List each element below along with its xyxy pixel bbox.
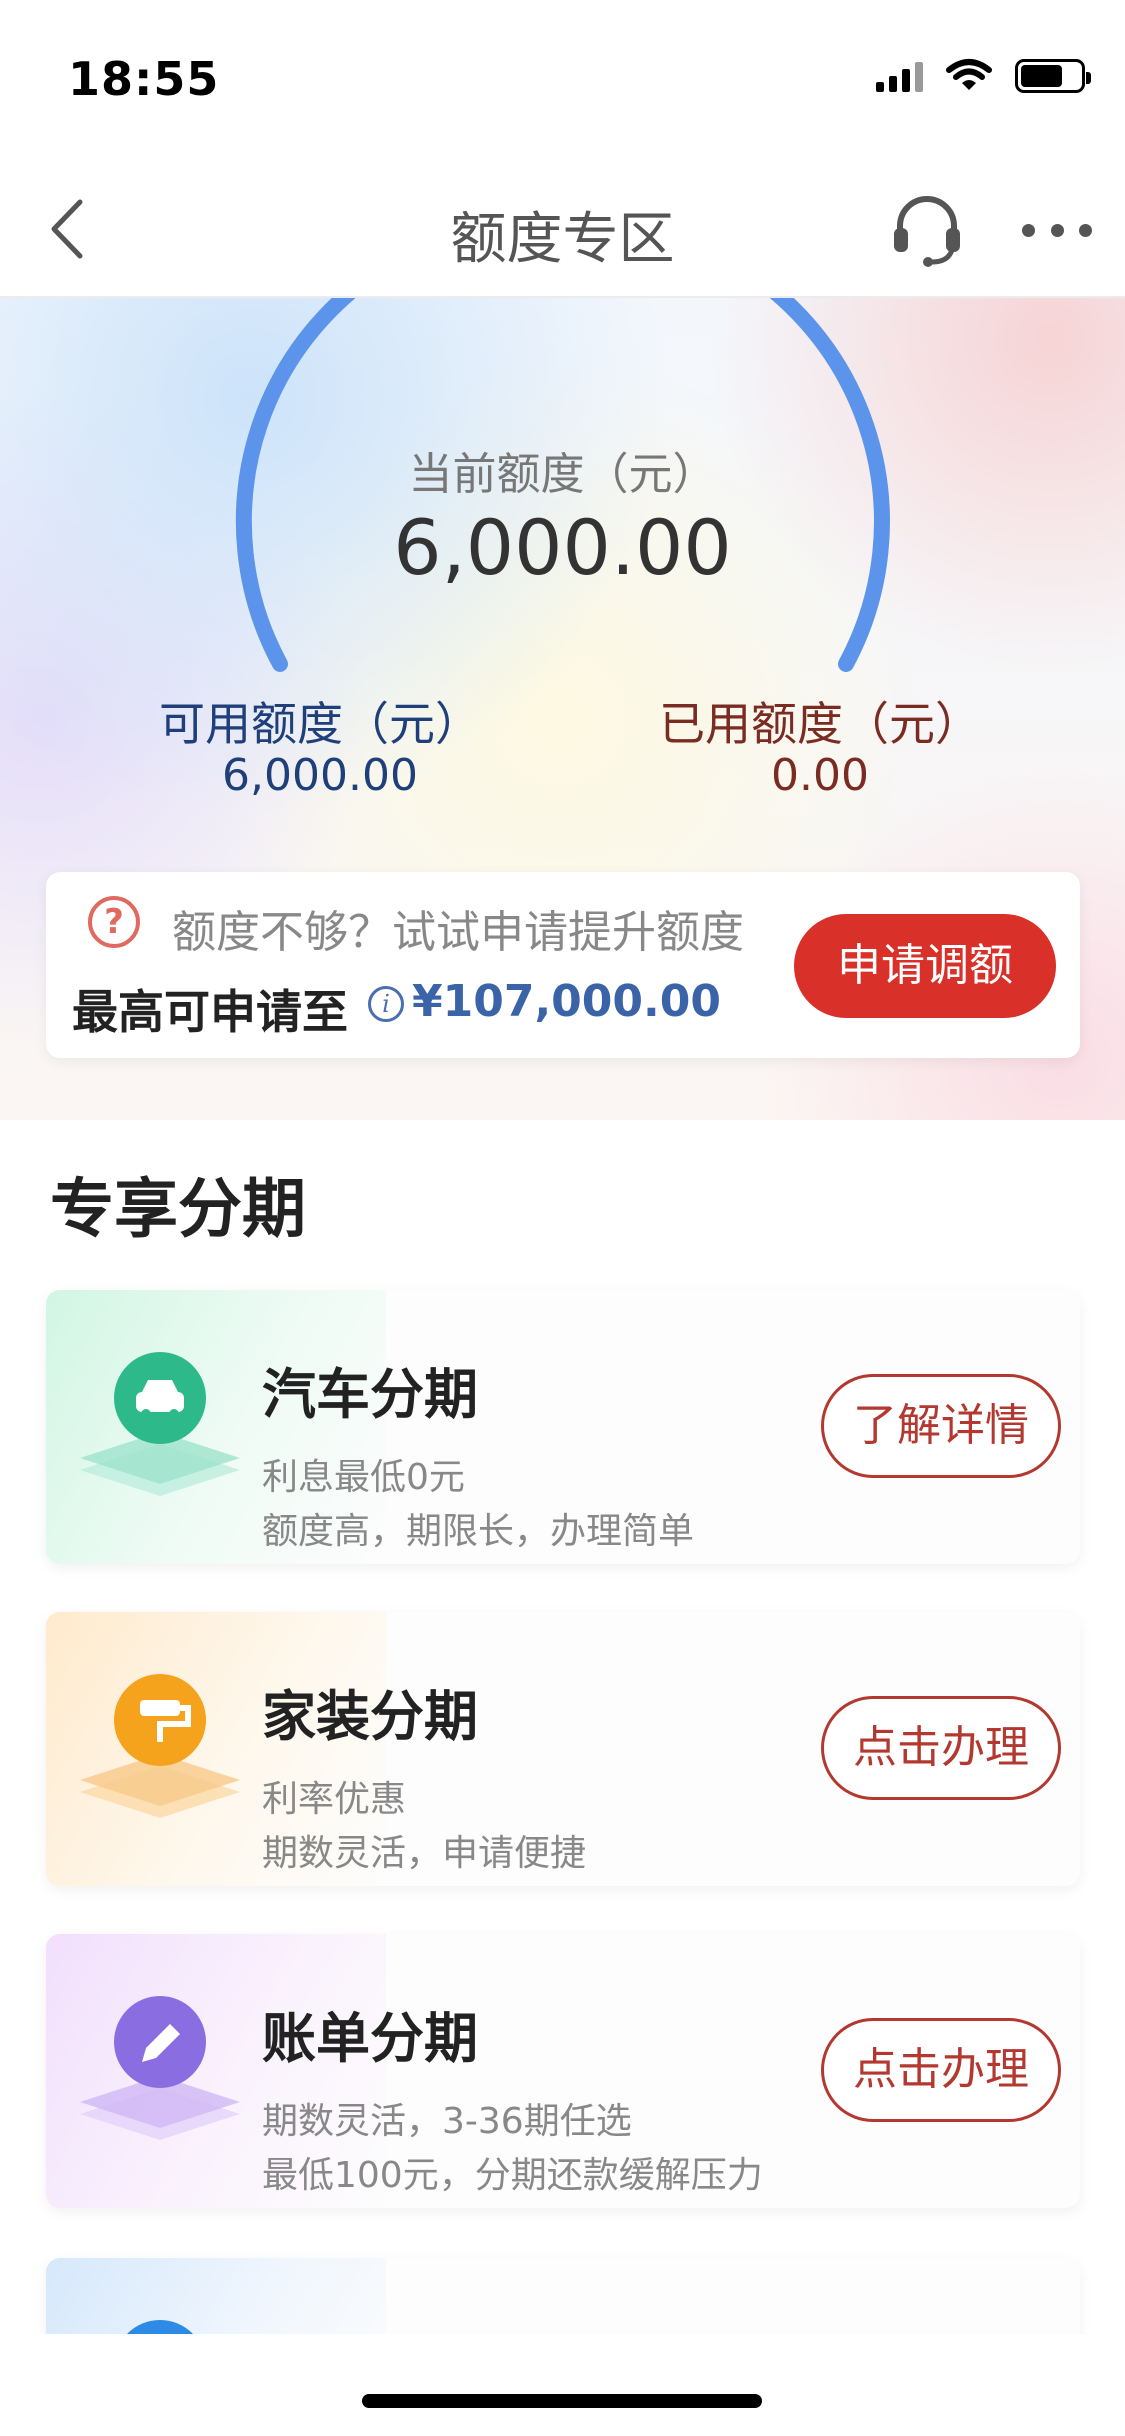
question-icon: ? <box>88 896 140 948</box>
max-limit-value: ¥107,000.00 <box>412 976 721 1027</box>
card-description: 最低100元，分期还款缓解压力 <box>262 2155 763 2196</box>
nav-bar: 额度专区 <box>0 160 1125 298</box>
installment-card-bill[interactable]: 账单分期 期数灵活，3-36期任选 最低100元，分期还款缓解压力 点击办理 <box>46 1934 1080 2208</box>
info-icon[interactable]: i <box>368 986 404 1022</box>
apply-raise-button[interactable]: 申请调额 <box>794 914 1056 1018</box>
more-dots-icon[interactable] <box>1022 212 1092 248</box>
status-time: 18:55 <box>68 52 220 106</box>
paint-roller-icon <box>80 1674 240 1818</box>
limit-hero: 当前额度（元） 6,000.00 可用额度（元） 6,000.00 已用额度（元… <box>0 298 1125 1120</box>
used-limit-label: 已用额度（元） <box>659 697 981 751</box>
card-title: 账单分期 <box>262 2007 478 2070</box>
installment-card-car[interactable]: 汽车分期 利息最低0元 额度高，期限长，办理简单 了解详情 <box>46 1290 1080 1564</box>
apply-now-button[interactable]: 点击办理 <box>821 2018 1061 2122</box>
card-title: 家装分期 <box>262 1685 478 1748</box>
available-limit-label: 可用额度（元） <box>159 697 481 751</box>
learn-more-button[interactable]: 了解详情 <box>821 1374 1061 1478</box>
card-subtitle: 利息最低0元 <box>262 1457 465 1498</box>
card-subtitle: 期数灵活，3-36期任选 <box>262 2101 632 2142</box>
current-limit-label: 当前额度（元） <box>408 449 717 500</box>
used-limit-value: 0.00 <box>771 750 869 801</box>
home-indicator[interactable] <box>362 2394 762 2408</box>
car-icon <box>80 1352 240 1496</box>
card-description: 期数灵活，申请便捷 <box>262 1833 587 1874</box>
wifi-icon <box>946 59 992 90</box>
bottom-safe-area <box>0 2334 1125 2436</box>
raise-hint: 额度不够？试试申请提升额度 <box>172 907 744 958</box>
card-title: 汽车分期 <box>262 1363 478 1426</box>
apply-now-button[interactable]: 点击办理 <box>821 1696 1061 1800</box>
raise-limit-card: ? 额度不够？试试申请提升额度 最高可申请至 i ¥107,000.00 申请调… <box>46 872 1080 1058</box>
card-description: 额度高，期限长，办理简单 <box>262 1511 695 1552</box>
status-bar: 18:55 <box>0 0 1125 160</box>
pencil-icon <box>80 1996 240 2140</box>
max-limit-label: 最高可申请至 <box>72 985 348 1039</box>
battery-icon <box>1015 59 1091 93</box>
status-icons <box>876 58 1091 94</box>
available-limit-value: 6,000.00 <box>222 750 418 801</box>
headset-icon[interactable] <box>888 190 966 268</box>
card-subtitle: 利率优惠 <box>262 1779 407 1820</box>
current-limit-value: 6,000.00 <box>393 503 732 592</box>
signal-icon <box>876 60 923 92</box>
installment-card-home[interactable]: 家装分期 利率优惠 期数灵活，申请便捷 点击办理 <box>46 1612 1080 1886</box>
section-title: 专享分期 <box>50 1173 306 1247</box>
